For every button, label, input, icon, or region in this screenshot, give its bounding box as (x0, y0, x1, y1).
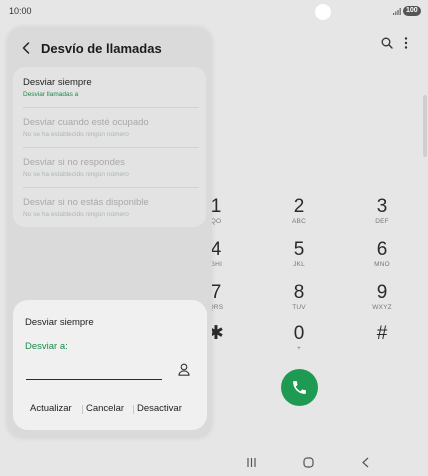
dial-key-8[interactable]: 8 TUV (269, 282, 329, 312)
nav-recents-icon[interactable] (246, 457, 257, 468)
dial-key-letters: + (297, 345, 301, 352)
settings-item-unreachable-forward[interactable]: Desviar si no estás disponible No se ha … (13, 187, 206, 227)
update-button[interactable]: Actualizar (30, 401, 72, 417)
dial-key-9[interactable]: 9 WXYZ (352, 282, 412, 312)
dial-key-digit: 8 (293, 282, 305, 303)
dial-key-digit: # (376, 323, 388, 344)
more-options-icon[interactable] (404, 37, 408, 49)
phone-icon (293, 381, 306, 394)
back-arrow-icon[interactable] (21, 42, 31, 54)
dial-key-2[interactable]: 2 ABC (269, 196, 329, 226)
settings-item-busy-forward[interactable]: Desviar cuando esté ocupado No se ha est… (13, 107, 206, 147)
dial-key-letters: WXYZ (372, 304, 392, 311)
settings-item-title: Desviar cuando esté ocupado (23, 117, 149, 128)
settings-item-title: Desviar si no respondes (23, 157, 125, 168)
dial-key-0[interactable]: 0 + (269, 323, 329, 353)
dial-key-letters: MNO (374, 261, 390, 268)
deactivate-button[interactable]: Desactivar (137, 401, 182, 417)
dial-key-digit: 2 (293, 196, 305, 217)
scrollbar-handle[interactable] (423, 95, 427, 157)
forward-to-label: Desviar a: (25, 341, 68, 352)
dial-key-letters: TUV (292, 304, 306, 311)
button-separator (133, 405, 134, 414)
settings-item-subtitle: Desviar llamadas a (23, 91, 79, 98)
settings-item-subtitle: No se ha establecido ningún número (23, 131, 129, 138)
dial-key-hash[interactable]: # (352, 324, 412, 345)
call-button[interactable] (281, 369, 318, 406)
settings-item-always-forward[interactable]: Desviar siempre Desviar llamadas a (13, 67, 206, 107)
page-title: Desvío de llamadas (41, 41, 162, 56)
button-separator (82, 405, 83, 414)
dial-key-digit: 3 (376, 196, 388, 217)
dial-key-3[interactable]: 3 DEF (352, 196, 412, 226)
dial-key-digit: 5 (293, 239, 305, 260)
dial-key-digit: 9 (376, 282, 388, 303)
dial-key-letters: DEF (375, 218, 389, 225)
settings-item-title: Desviar si no estás disponible (23, 197, 149, 208)
nav-back-icon[interactable] (361, 457, 370, 468)
settings-item-no-answer-forward[interactable]: Desviar si no respondes No se ha estable… (13, 147, 206, 187)
dial-key-6[interactable]: 6 MNO (352, 239, 412, 269)
cancel-button[interactable]: Cancelar (86, 401, 124, 417)
forward-number-input[interactable] (26, 360, 162, 380)
settings-list: Desviar siempre Desviar llamadas a Desvi… (13, 67, 206, 227)
dialog-actions: Actualizar Cancelar Desactivar (13, 401, 207, 417)
dial-key-digit: 6 (376, 239, 388, 260)
dialog-title: Desviar siempre (25, 317, 94, 328)
dial-key-letters: JKL (293, 261, 305, 268)
dial-key-letters: ABC (292, 218, 306, 225)
nav-home-icon[interactable] (303, 457, 314, 468)
settings-item-subtitle: No se ha establecido ningún número (23, 211, 129, 218)
search-icon[interactable] (381, 37, 393, 49)
dial-key-digit: 0 (293, 323, 305, 344)
settings-item-subtitle: No se ha establecido ningún número (23, 171, 129, 178)
contact-icon[interactable] (178, 363, 190, 376)
settings-item-title: Desviar siempre (23, 77, 92, 88)
forward-always-dialog: Desviar siempre Desviar a: Actualizar Ca… (13, 300, 207, 430)
dial-key-5[interactable]: 5 JKL (269, 239, 329, 269)
